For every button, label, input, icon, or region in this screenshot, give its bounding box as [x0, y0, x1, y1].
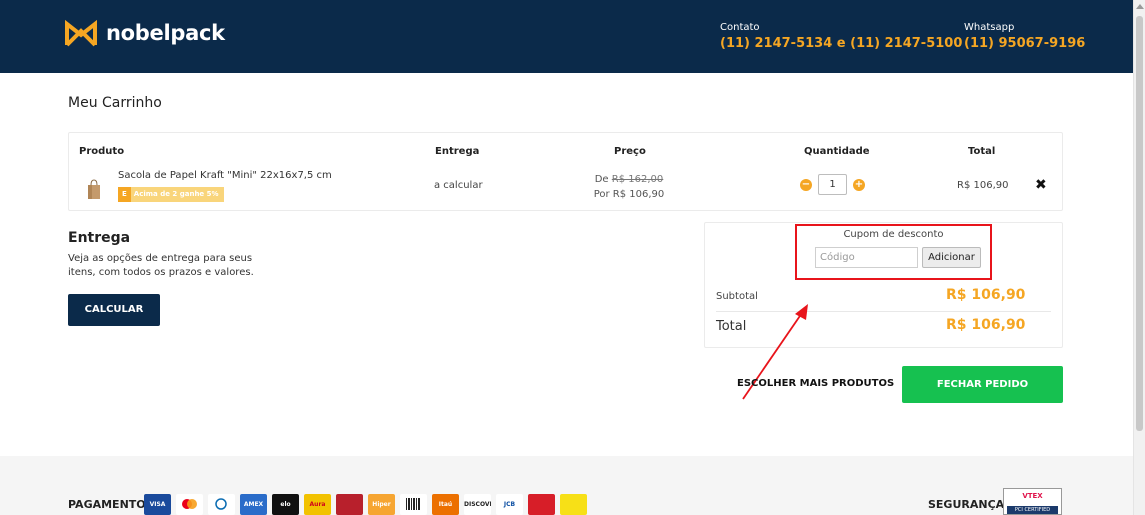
- elo-icon: elo: [272, 494, 299, 515]
- checkout-button[interactable]: FECHAR PEDIDO: [902, 366, 1063, 403]
- whatsapp-label: Whatsapp: [964, 22, 1015, 33]
- column-header-produto: Produto: [79, 146, 125, 157]
- column-header-quantidade: Quantidade: [804, 146, 870, 157]
- whatsapp-phone[interactable]: (11) 95067-9196: [964, 36, 1085, 51]
- plus-icon[interactable]: +: [853, 178, 865, 191]
- payment-methods: VISA AMEX elo Aura Hiper Itaú DISCOVER J…: [144, 494, 587, 515]
- logo[interactable]: nobelpack: [64, 18, 225, 48]
- discover-icon: DISCOVER: [464, 494, 491, 515]
- quantity-input[interactable]: 1: [818, 174, 847, 195]
- contact-block: Contato (11) 2147-5134 e (11) 2147-5100: [720, 22, 962, 51]
- scroll-up-icon[interactable]: [1136, 4, 1144, 9]
- promo-badge: E Acima de 2 ganhe 5%: [118, 187, 224, 202]
- more-products-button[interactable]: ESCOLHER MAIS PRODUTOS: [737, 378, 894, 389]
- hiper-icon: Hiper: [368, 494, 395, 515]
- minus-icon[interactable]: −: [800, 178, 812, 191]
- security-label: SEGURANÇA: [928, 498, 1005, 511]
- total-value: R$ 106,90: [946, 317, 1026, 333]
- whatsapp-block: Whatsapp (11) 95067-9196: [964, 22, 1085, 51]
- price-original: De R$ 162,00: [589, 172, 669, 187]
- subtotal-value: R$ 106,90: [946, 287, 1026, 303]
- promo-badge-letter: E: [118, 187, 131, 202]
- price-cell: De R$ 162,00 Por R$ 106,90: [589, 172, 669, 202]
- close-icon[interactable]: ✖: [1035, 177, 1047, 193]
- calcular-button[interactable]: CALCULAR: [68, 294, 160, 326]
- contact-phones[interactable]: (11) 2147-5134 e (11) 2147-5100: [720, 36, 962, 51]
- mastercard-icon: [176, 494, 203, 515]
- entrega-title: Entrega: [68, 230, 131, 246]
- contact-label: Contato: [720, 22, 760, 33]
- cart-table: Produto Entrega Preço Quantidade Total S…: [68, 132, 1063, 211]
- coupon-highlight-box: [795, 224, 992, 280]
- aura-icon: Aura: [304, 494, 331, 515]
- vtex-pci-badge: VTEX PCI CERTIFIED: [1003, 488, 1062, 515]
- scroll-thumb[interactable]: [1136, 16, 1143, 431]
- product-name[interactable]: Sacola de Papel Kraft "Mini" 22x16x7,5 c…: [118, 170, 332, 181]
- diners-icon: [208, 494, 235, 515]
- quantity-stepper: − 1 +: [800, 174, 865, 195]
- payment-label: PAGAMENTO: [68, 498, 146, 511]
- promo-badge-text: Acima de 2 ganhe 5%: [130, 187, 224, 202]
- price-current: Por R$ 106,90: [593, 189, 665, 200]
- bank-red-icon: [528, 494, 555, 515]
- boleto-icon: [400, 494, 427, 515]
- jcb-icon: JCB: [496, 494, 523, 515]
- item-total: R$ 106,90: [957, 180, 1009, 191]
- product-thumbnail[interactable]: [86, 178, 102, 200]
- pci-certified-text: PCI CERTIFIED: [1007, 506, 1058, 514]
- logo-text: nobelpack: [106, 21, 225, 45]
- amex-icon: AMEX: [240, 494, 267, 515]
- itau-icon: Itaú: [432, 494, 459, 515]
- entrega-description: Veja as opções de entrega para seus iten…: [68, 253, 254, 278]
- price-from-label: De: [594, 174, 609, 185]
- banco-do-brasil-icon: [560, 494, 587, 515]
- column-header-total: Total: [968, 146, 996, 157]
- page-scrollbar[interactable]: [1133, 0, 1145, 515]
- visa-icon: VISA: [144, 494, 171, 515]
- site-header: nobelpack Contato (11) 2147-5134 e (11) …: [0, 0, 1133, 73]
- hipercard-icon: [336, 494, 363, 515]
- column-header-preco: Preço: [614, 146, 646, 157]
- column-header-entrega: Entrega: [435, 146, 480, 157]
- entrega-value: a calcular: [434, 180, 483, 191]
- price-from-value: R$ 162,00: [611, 174, 664, 185]
- vtex-logo: VTEX: [1022, 492, 1043, 500]
- crown-logo-icon: [65, 19, 97, 47]
- page-title: Meu Carrinho: [68, 95, 162, 111]
